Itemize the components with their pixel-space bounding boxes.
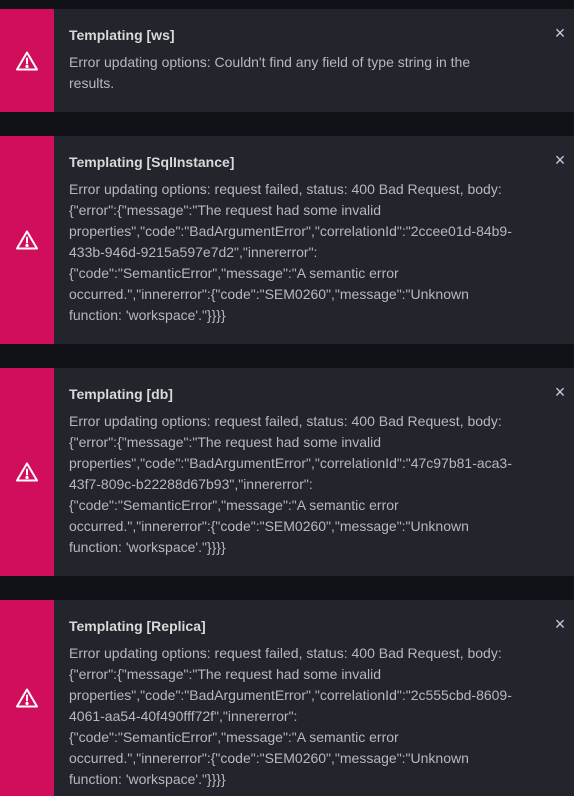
- exclamation-triangle-icon: [15, 686, 39, 710]
- error-toast-db: Templating [db] Error updating options: …: [0, 368, 574, 576]
- close-icon[interactable]: ×: [552, 615, 568, 633]
- toast-title: Templating [db]: [69, 386, 173, 402]
- error-toast-sqlinstance: Templating [SqlInstance] Error updating …: [0, 136, 574, 344]
- toast-message: Error updating options: request failed, …: [69, 179, 526, 326]
- toast-message-line: function: 'workspace'."}}}}: [69, 307, 226, 323]
- toast-message-line: 43f7-809c-b22288d67b93","innererror":: [69, 476, 313, 492]
- toast-message-line: 4061-aa54-40f490fff72f","innererror":: [69, 708, 298, 724]
- close-icon[interactable]: ×: [552, 24, 568, 42]
- toast-message-line: occurred.","innererror":{"code":"SEM0260…: [69, 518, 469, 534]
- exclamation-triangle-icon: [15, 228, 39, 252]
- toast-icon-strip: [0, 9, 54, 112]
- toast-message-line: properties","code":"BadArgumentError","c…: [69, 223, 512, 239]
- toast-icon-strip: [0, 600, 54, 796]
- close-icon[interactable]: ×: [552, 151, 568, 169]
- toast-title: Templating [ws]: [69, 27, 175, 43]
- toast-message-line: occurred.","innererror":{"code":"SEM0260…: [69, 286, 469, 302]
- toast-icon-strip: [0, 368, 54, 576]
- toast-message: Error updating options: request failed, …: [69, 411, 526, 558]
- toast-message-line: function: 'workspace'."}}}}: [69, 771, 226, 787]
- toast-message-line: {"error":{"message":"The request had som…: [69, 202, 382, 218]
- toast-title: Templating [SqlInstance]: [69, 154, 235, 170]
- toast-message-line: Error updating options: request failed, …: [69, 413, 502, 429]
- toast-message-line: {"error":{"message":"The request had som…: [69, 434, 382, 450]
- exclamation-triangle-icon: [15, 49, 39, 73]
- toast-message-line: results.: [69, 75, 115, 91]
- toast-message-line: {"error":{"message":"The request had som…: [69, 666, 382, 682]
- toast-body: Templating [Replica] Error updating opti…: [54, 600, 574, 796]
- toast-message-line: {"code":"SemanticError","message":"A sem…: [69, 497, 399, 513]
- alerts-page: Templating [ws] Error updating options: …: [0, 0, 574, 796]
- toast-message-line: occurred.","innererror":{"code":"SEM0260…: [69, 750, 469, 766]
- toast-message-line: {"code":"SemanticError","message":"A sem…: [69, 729, 399, 745]
- toast-body: Templating [SqlInstance] Error updating …: [54, 136, 574, 344]
- toast-message-line: function: 'workspace'."}}}}: [69, 539, 226, 555]
- toast-title: Templating [Replica]: [69, 618, 206, 634]
- toast-message-line: Error updating options: request failed, …: [69, 645, 502, 661]
- toast-message-line: Error updating options: Couldn't find an…: [69, 54, 471, 70]
- error-toast-replica: Templating [Replica] Error updating opti…: [0, 600, 574, 796]
- toast-body: Templating [db] Error updating options: …: [54, 368, 574, 576]
- toast-message-line: properties","code":"BadArgumentError","c…: [69, 455, 512, 471]
- toast-message: Error updating options: Couldn't find an…: [69, 52, 526, 94]
- toast-message-line: {"code":"SemanticError","message":"A sem…: [69, 265, 399, 281]
- toast-message-line: Error updating options: request failed, …: [69, 181, 502, 197]
- close-icon[interactable]: ×: [552, 383, 568, 401]
- toast-icon-strip: [0, 136, 54, 344]
- exclamation-triangle-icon: [15, 460, 39, 484]
- error-toast-ws: Templating [ws] Error updating options: …: [0, 9, 574, 112]
- toast-body: Templating [ws] Error updating options: …: [54, 9, 574, 112]
- toast-message-line: properties","code":"BadArgumentError","c…: [69, 687, 512, 703]
- toast-message-line: 433b-946d-9215a597e7d2","innererror":: [69, 244, 318, 260]
- toast-message: Error updating options: request failed, …: [69, 643, 526, 790]
